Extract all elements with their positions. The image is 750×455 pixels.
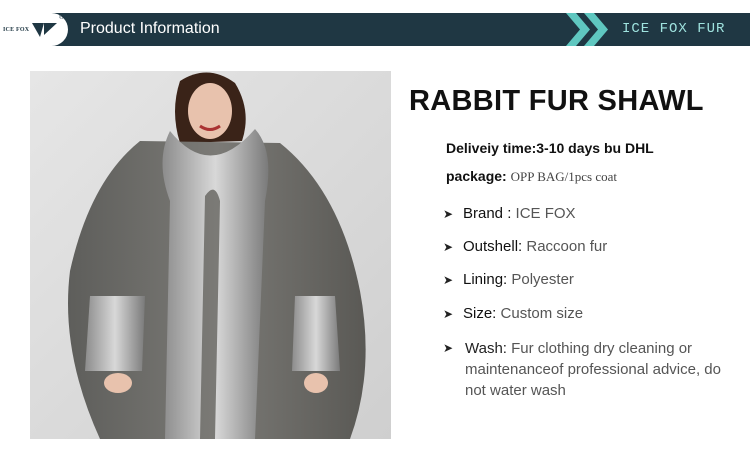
spec-value: ICE FOX xyxy=(515,205,576,222)
arrow-bullet-icon: ➤ xyxy=(443,240,454,254)
fox-logo-icon xyxy=(32,23,57,37)
package-label: package: xyxy=(446,168,507,184)
spec-label: Lining: xyxy=(463,271,508,288)
logo: ICE FOX ® xyxy=(0,13,68,46)
delivery-time: Deliveiy time:3-10 days bu DHL xyxy=(446,140,654,156)
header-title: Product Information xyxy=(80,20,220,37)
arrow-bullet-icon: ➤ xyxy=(443,273,454,287)
spec-value: Custom size xyxy=(500,305,584,322)
product-photo xyxy=(30,71,391,439)
model-in-shawl-illustration xyxy=(30,71,391,439)
arrow-bullet-icon: ➤ xyxy=(443,341,454,355)
spec-wash: ➤ Wash: Fur clothing dry cleaning or mai… xyxy=(443,338,733,401)
wash-text: Wash: Fur clothing dry cleaning or maint… xyxy=(465,338,733,401)
spec-label: Brand : xyxy=(463,205,512,222)
brand-tag: ICE FOX FUR xyxy=(622,21,726,37)
spec-label: Wash: xyxy=(465,340,507,357)
spec-outshell: ➤ Outshell: Raccoon fur xyxy=(443,238,607,255)
spec-value: Polyester xyxy=(511,271,574,288)
spec-lining: ➤ Lining: Polyester xyxy=(443,271,574,288)
logo-text: ICE FOX xyxy=(3,27,30,33)
arrow-bullet-icon: ➤ xyxy=(443,207,454,221)
spec-brand: ➤ Brand : ICE FOX xyxy=(443,205,576,222)
spec-label: Outshell: xyxy=(463,238,523,255)
package-value: OPP BAG/1pcs coat xyxy=(510,169,617,184)
spec-size: ➤ Size: Custom size xyxy=(443,305,583,322)
double-chevron-icon xyxy=(566,13,608,46)
registered-mark: ® xyxy=(59,14,65,21)
arrow-bullet-icon: ➤ xyxy=(443,307,454,321)
spec-value: Raccoon fur xyxy=(526,238,608,255)
spec-label: Size: xyxy=(463,305,497,322)
package-info: package: OPP BAG/1pcs coat xyxy=(446,168,617,185)
product-title: RABBIT FUR SHAWL xyxy=(409,85,704,117)
header-bar: ICE FOX ® Product Information ICE FOX FU… xyxy=(0,13,750,46)
